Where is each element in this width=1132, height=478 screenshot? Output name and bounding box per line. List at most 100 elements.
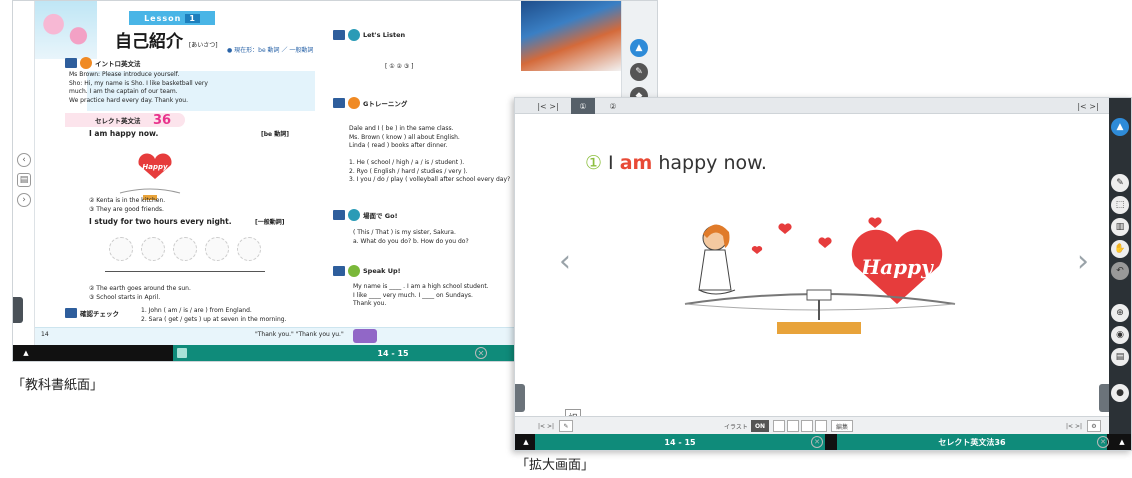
illust-label: イラスト	[724, 423, 748, 431]
close-icon[interactable]: ✕	[1097, 436, 1109, 448]
pen-tool-icon[interactable]: ✎	[1111, 174, 1129, 192]
select-section-number: 36	[153, 113, 172, 128]
example-sentence-1: I am happy now.	[89, 129, 159, 138]
toolbar-slot-3[interactable]	[801, 420, 813, 432]
happy-label: Happy	[860, 255, 934, 279]
lesson-title-text: 自己紹介	[115, 32, 183, 52]
basketball-photo	[521, 1, 621, 71]
footer-badge	[353, 329, 377, 343]
check-lines: 1. John ( am / is / are ) from England. …	[141, 307, 286, 324]
zoom-section-name: セレクト英文法36	[938, 437, 1006, 447]
go-icon	[348, 209, 360, 221]
select-section-header: セレクト英文法	[95, 114, 141, 126]
zoom-page-range: 14 - 15	[664, 437, 696, 447]
expand-up-icon[interactable]: ▲	[519, 437, 533, 447]
tab-first-last[interactable]: |< >|	[535, 98, 561, 114]
page-number-left: 14	[41, 331, 49, 338]
edit-button[interactable]: 編集	[831, 420, 853, 432]
pointer-tool-icon[interactable]: ▲	[630, 39, 648, 57]
illustration-person	[141, 237, 165, 261]
toolbar-nav-left[interactable]: |< >|	[535, 420, 557, 432]
lesson-number: 1	[185, 13, 200, 23]
section-icon	[65, 308, 77, 318]
zoom-right-panel-tab[interactable]	[1099, 384, 1109, 412]
g-training-icon	[348, 97, 360, 109]
illustration-person	[237, 237, 261, 261]
g-line: Dale and I ( be ) in the same class.	[349, 125, 454, 132]
close-icon[interactable]: ✕	[811, 436, 823, 448]
camera-icon[interactable]: ◉	[1111, 326, 1129, 344]
close-icon[interactable]: ✕	[475, 347, 487, 359]
expand-up-icon[interactable]: ▲	[17, 348, 35, 358]
caption-zoom: 「拡大画面」	[516, 458, 595, 473]
toolbar-slot-4[interactable]	[815, 420, 827, 432]
intro-icon	[80, 57, 92, 69]
tab-1[interactable]: ①	[571, 98, 595, 114]
zoom-page-indicator: 14 - 15	[535, 434, 825, 450]
tab-2[interactable]: ②	[601, 98, 625, 114]
listen-section-title: Let's Listen	[363, 31, 406, 39]
expand-up-icon[interactable]: ▲	[1115, 437, 1129, 447]
speak-line: I like ____ very much. I ____ on Sundays…	[353, 291, 473, 299]
next-arrow-icon[interactable]: ›	[1077, 244, 1089, 279]
settings-gear-icon[interactable]: ⚙	[1087, 420, 1101, 432]
tab-nav-right[interactable]: |< >|	[1075, 98, 1101, 114]
happy-mini-label: Happy	[142, 163, 168, 171]
comment-icon[interactable]: ●	[1111, 384, 1129, 402]
zoom-left-panel-tab[interactable]	[515, 384, 525, 412]
page-list-icon[interactable]: ▤	[17, 173, 31, 187]
note-icon[interactable]: ▤	[1111, 348, 1129, 366]
chevron-left-icon[interactable]: ‹	[17, 153, 31, 167]
intro-line: We practice hard every day. Thank you.	[69, 97, 189, 105]
grammar-subtitle: ● 現在形：be 動詞 ／ 一般動詞	[227, 47, 314, 54]
zoom-section-indicator: セレクト英文法36	[837, 434, 1107, 450]
intro-line: Ms Brown: Please introduce yourself.	[69, 71, 180, 78]
illustration-person	[109, 237, 133, 261]
scale-icon	[684, 289, 956, 334]
prev-arrow-icon[interactable]: ‹	[559, 244, 571, 279]
book-view-icon[interactable]: ▥	[1111, 218, 1129, 236]
listen-choices: [ ① ② ③ ]	[385, 63, 414, 70]
intro-section-title: イントロ英文法	[95, 60, 141, 68]
zoom-sentence: ①I am happy now.	[585, 152, 767, 174]
go-lines: ( This / That ) is my sister, Sakura. a.…	[353, 229, 469, 246]
side-panel-tab[interactable]	[13, 297, 23, 323]
timeline	[105, 271, 265, 279]
check-line: 1. John ( am / is / are ) from England.	[141, 307, 252, 314]
example-2-tag: [一般動詞]	[255, 219, 285, 226]
intro-section-header: イントロ英文法	[65, 57, 141, 69]
section-icon	[333, 266, 345, 276]
go-line: a. What do you do? b. How do you do?	[353, 237, 469, 245]
speak-section-header: Speak Up!	[333, 265, 401, 277]
g-line: 3. I you / do / play ( volleyball after …	[349, 176, 511, 184]
sub-example: ③ They are good friends.	[89, 205, 164, 213]
pen-tool-icon[interactable]: ✎	[630, 63, 648, 81]
select-area-icon[interactable]: ⬚	[1111, 196, 1129, 214]
pointer-tool-icon[interactable]: ▲	[1111, 118, 1129, 136]
sub-example: ② The earth goes around the sun.	[89, 285, 191, 292]
zoom-bottom-bar: ▲ 14 - 15 ✕ セレクト英文法36 ✕ ▲	[515, 434, 1131, 450]
toolbar-slot-2[interactable]	[787, 420, 799, 432]
pencil-icon[interactable]: ✎	[559, 420, 573, 432]
happy-scale-illustration: Happy	[684, 217, 956, 334]
chevron-right-icon[interactable]: ›	[17, 193, 31, 207]
zoom-window: |< >| ① ② |< >| ①I am happy now. ‹ › Hap…	[514, 97, 1132, 451]
hand-tool-icon[interactable]: ✋	[1111, 240, 1129, 258]
zoom-in-icon[interactable]: ⊕	[1111, 304, 1129, 322]
book-icon[interactable]	[177, 348, 187, 358]
happy-heart-mini-icon: Happy	[138, 153, 172, 179]
lesson-title-ruby: [あいさつ]	[188, 42, 218, 49]
intro-dialogue: Ms Brown: Please introduce yourself. Sho…	[69, 71, 285, 106]
speak-line: Thank you.	[353, 300, 387, 308]
sentence-emphasis: am	[619, 152, 653, 174]
speak-section-title: Speak Up!	[363, 267, 401, 275]
toolbar-slot-1[interactable]	[773, 420, 785, 432]
check-line: 2. Sara ( get / gets ) up at seven in th…	[141, 315, 287, 323]
toolbar-nav-right[interactable]: |< >|	[1063, 420, 1085, 432]
section-icon	[333, 210, 345, 220]
zoom-content: ①I am happy now. ‹ › Happy	[515, 114, 1111, 425]
sub-example: ③ School starts in April.	[89, 293, 161, 301]
undo-icon[interactable]: ↶	[1111, 262, 1129, 280]
illust-on-toggle[interactable]: ON	[751, 420, 769, 432]
g-training-lines: Dale and I ( be ) in the same class. Ms.…	[349, 125, 510, 185]
